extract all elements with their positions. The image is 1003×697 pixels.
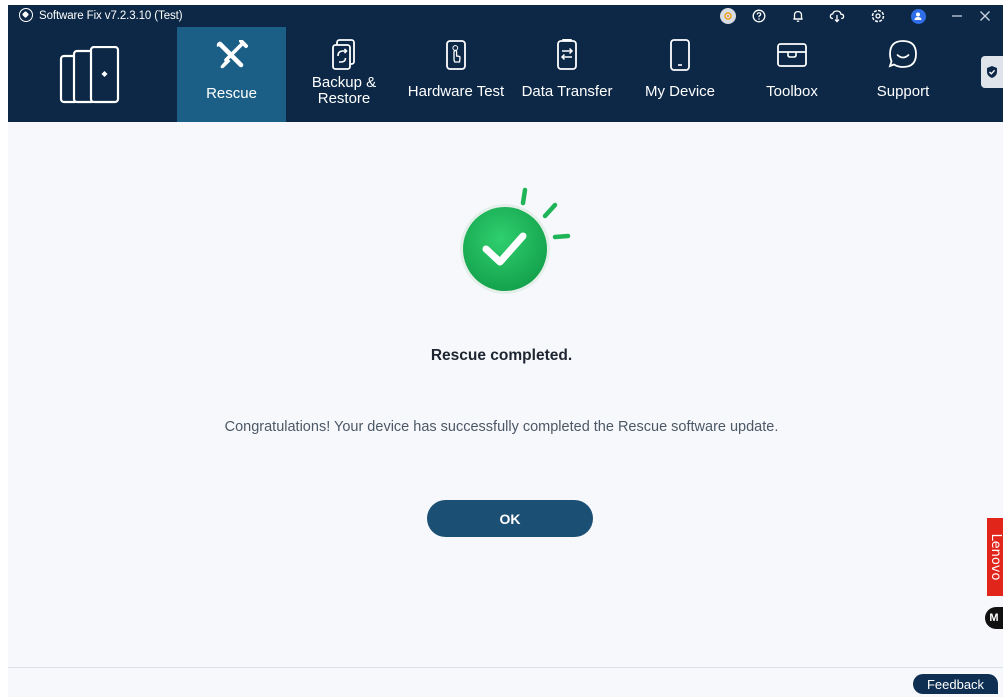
tab-label: Hardware Test [407, 83, 505, 100]
wrench-screwdriver-icon [211, 39, 251, 71]
motorola-logo-glyph: M [989, 612, 999, 624]
ok-button[interactable]: OK [427, 500, 593, 537]
shield-icon[interactable] [981, 56, 1003, 88]
minimize-icon[interactable] [949, 8, 965, 24]
disc-icon[interactable] [720, 8, 736, 24]
bell-icon[interactable] [790, 8, 806, 24]
lenovo-logo: Lenovo [987, 518, 1003, 596]
backup-restore-icon [324, 39, 364, 71]
tab-support[interactable]: Support [848, 27, 958, 122]
lenovo-logo-text: Lenovo [988, 533, 1003, 581]
tab-label: My Device [644, 83, 715, 100]
tab-rescue[interactable]: Rescue [177, 27, 286, 122]
main-navigation: Rescue Backup & Restore Hardware Test Da… [8, 27, 1003, 122]
help-icon[interactable] [751, 8, 767, 24]
phone-icon [660, 39, 700, 71]
success-check-icon [460, 187, 571, 294]
close-icon[interactable] [977, 8, 993, 24]
footer-bar [8, 667, 1003, 697]
tab-label: Rescue [206, 85, 257, 102]
window-title: Software Fix v7.2.3.10 (Test) [39, 10, 183, 22]
app-logo-icon [19, 8, 33, 22]
chat-bubble-icon [883, 39, 923, 71]
tab-data-transfer[interactable]: Data Transfer [512, 27, 622, 122]
result-title: Rescue completed. [430, 347, 573, 364]
tab-label: Backup & Restore [311, 74, 377, 107]
tab-toolbox[interactable]: Toolbox [737, 27, 847, 122]
title-bar: Software Fix v7.2.3.10 (Test) [8, 5, 1003, 27]
tab-my-device[interactable]: My Device [625, 27, 735, 122]
tab-backup-restore[interactable]: Backup & Restore [295, 27, 393, 122]
settings-icon[interactable] [870, 8, 886, 24]
cloud-download-icon[interactable] [829, 8, 845, 24]
motorola-logo-icon: M [985, 607, 1003, 629]
phone-touch-icon [436, 39, 476, 71]
devices-logo-icon [59, 46, 120, 104]
toolbox-icon [772, 39, 812, 71]
user-icon[interactable] [910, 8, 926, 24]
tab-label: Support [876, 83, 930, 100]
result-message: Congratulations! Your device has success… [224, 419, 779, 435]
tab-label: Data Transfer [521, 83, 613, 100]
transfer-icon [547, 39, 587, 71]
feedback-button[interactable]: Feedback [913, 674, 998, 694]
tab-label: Toolbox [766, 83, 818, 100]
tab-hardware-test[interactable]: Hardware Test [401, 27, 511, 122]
